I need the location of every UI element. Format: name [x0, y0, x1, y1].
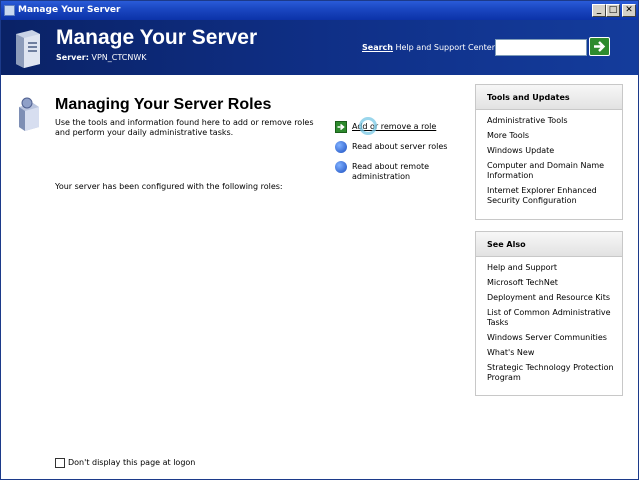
tools-panel-list: Administrative Tools More Tools Windows …: [476, 110, 622, 217]
see-also-panel: See Also Help and Support Microsoft Tech…: [475, 231, 623, 396]
title-bar[interactable]: Manage Your Server _ □ ✕: [1, 1, 638, 20]
server-icon: [16, 30, 40, 68]
tools-and-updates-panel: Tools and Updates Administrative Tools M…: [475, 84, 623, 220]
tools-link-ie-enhanced-security[interactable]: Internet Explorer Enhanced Security Conf…: [487, 186, 616, 206]
right-arrow-icon: [594, 41, 606, 52]
mouse-cursor-highlight: [359, 117, 377, 135]
search-go-button[interactable]: [589, 37, 610, 56]
server-label: Server:: [56, 53, 89, 62]
help-icon: [335, 141, 347, 153]
window-title: Manage Your Server: [18, 5, 121, 15]
green-arrow-icon: [335, 121, 347, 133]
help-icon: [335, 161, 347, 173]
header-banner: Manage Your Server Server: VPN_CTCNWK Se…: [1, 20, 638, 75]
server-value: VPN_CTCNWK: [91, 53, 147, 62]
server-roles-icon: [19, 97, 39, 131]
section-description: Use the tools and information found here…: [55, 118, 314, 137]
see-also-link-whats-new[interactable]: What's New: [487, 348, 616, 358]
dont-display-label[interactable]: Don't display this page at logon: [68, 458, 195, 467]
server-app-icon: [4, 5, 15, 16]
manage-your-server-window: Manage Your Server _ □ ✕ Manage Your Ser…: [0, 0, 639, 480]
see-also-panel-list: Help and Support Microsoft TechNet Deplo…: [476, 257, 622, 394]
tools-link-administrative-tools[interactable]: Administrative Tools: [487, 116, 616, 126]
see-also-panel-title: See Also: [476, 232, 622, 257]
page-title: Manage Your Server: [56, 26, 258, 49]
close-button[interactable]: ✕: [622, 4, 636, 17]
see-also-link-technet[interactable]: Microsoft TechNet: [487, 278, 616, 288]
see-also-link-help-support[interactable]: Help and Support: [487, 263, 616, 273]
tools-panel-title: Tools and Updates: [476, 85, 622, 110]
minimize-button[interactable]: _: [592, 4, 606, 17]
dont-display-checkbox[interactable]: [55, 458, 65, 468]
section-title: Managing Your Server Roles: [55, 96, 272, 113]
see-also-link-deployment-kits[interactable]: Deployment and Resource Kits: [487, 293, 616, 303]
tools-link-windows-update[interactable]: Windows Update: [487, 146, 616, 156]
maximize-button[interactable]: □: [606, 4, 620, 17]
read-remote-admin-link[interactable]: Read about remote administration: [352, 162, 447, 182]
see-also-link-strategic-protection[interactable]: Strategic Technology Protection Program: [487, 363, 616, 383]
server-name: Server: VPN_CTCNWK: [56, 53, 146, 62]
read-server-roles-link[interactable]: Read about server roles: [352, 142, 462, 152]
search-input[interactable]: [495, 39, 587, 56]
see-also-link-communities[interactable]: Windows Server Communities: [487, 333, 616, 343]
see-also-link-common-tasks[interactable]: List of Common Administrative Tasks: [487, 308, 616, 328]
search-label-rest: Help and Support Center: [392, 43, 495, 52]
tools-link-computer-domain-info[interactable]: Computer and Domain Name Information: [487, 161, 616, 181]
search-label-bold: Search: [362, 43, 393, 52]
tools-link-more-tools[interactable]: More Tools: [487, 131, 616, 141]
configured-roles-text: Your server has been configured with the…: [55, 182, 283, 191]
search-label: Search Help and Support Center: [362, 43, 495, 52]
